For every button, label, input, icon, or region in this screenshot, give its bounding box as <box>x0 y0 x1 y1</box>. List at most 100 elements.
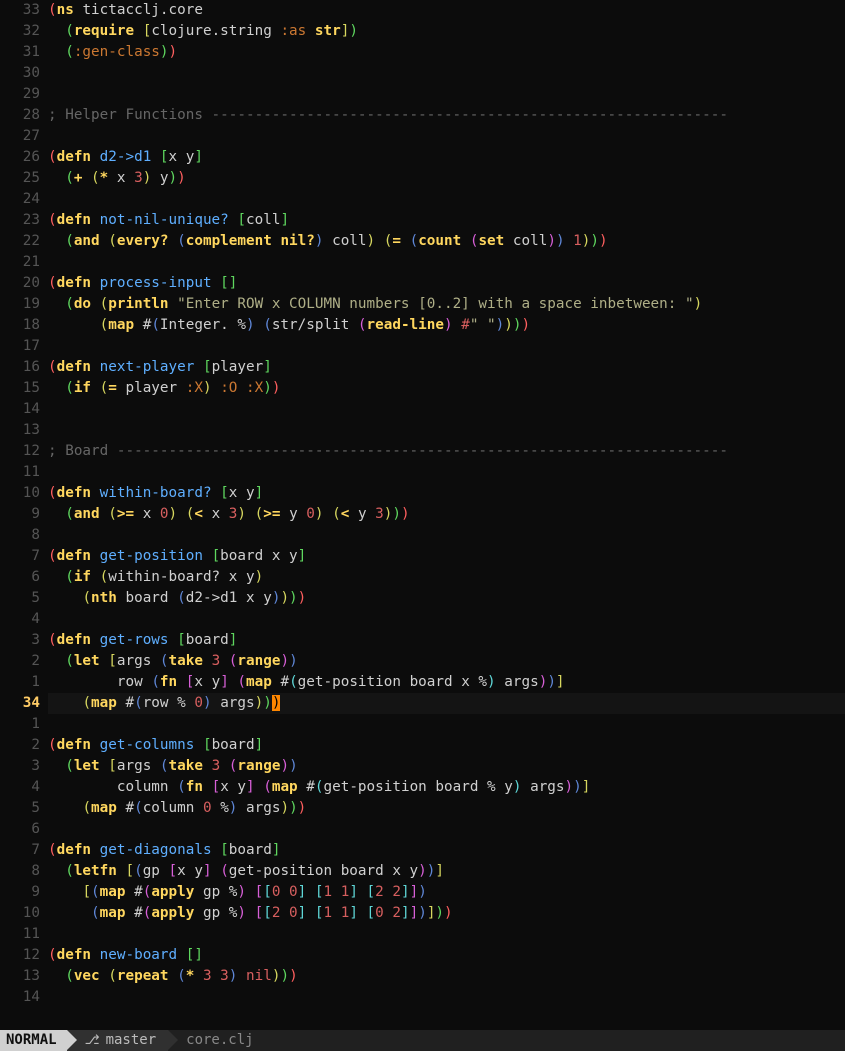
code-area[interactable]: (ns tictacclj.core (require [clojure.str… <box>48 0 845 1030</box>
code-line[interactable]: (defn d2->d1 [x y] <box>48 147 845 168</box>
line-number: 15 <box>0 378 40 399</box>
line-number: 27 <box>0 126 40 147</box>
code-line[interactable] <box>48 525 845 546</box>
code-line[interactable]: (defn within-board? [x y] <box>48 483 845 504</box>
line-number: 10 <box>0 903 40 924</box>
line-number: 23 <box>0 210 40 231</box>
code-line[interactable]: (do (println "Enter ROW x COLUMN numbers… <box>48 294 845 315</box>
line-number: 30 <box>0 63 40 84</box>
code-line[interactable]: (defn get-rows [board] <box>48 630 845 651</box>
line-number: 7 <box>0 840 40 861</box>
code-line[interactable]: (map #(column 0 %) args))) <box>48 798 845 819</box>
line-number: 12 <box>0 441 40 462</box>
line-number: 10 <box>0 483 40 504</box>
line-number: 11 <box>0 462 40 483</box>
code-line[interactable]: (defn next-player [player] <box>48 357 845 378</box>
line-number: 13 <box>0 966 40 987</box>
code-line[interactable] <box>48 714 845 735</box>
line-number: 8 <box>0 525 40 546</box>
code-line[interactable] <box>48 609 845 630</box>
code-line[interactable] <box>48 252 845 273</box>
line-number: 34 <box>0 693 40 714</box>
code-line[interactable] <box>48 462 845 483</box>
code-line[interactable]: (defn not-nil-unique? [coll] <box>48 210 845 231</box>
line-number: 13 <box>0 420 40 441</box>
editor-pane[interactable]: 3332313029282726252423222120191817161514… <box>0 0 845 1030</box>
line-number: 22 <box>0 231 40 252</box>
code-line[interactable]: (map #(apply gp %) [[2 0] [1 1] [0 2]])]… <box>48 903 845 924</box>
code-line[interactable]: (nth board (d2->d1 x y)))) <box>48 588 845 609</box>
code-line[interactable] <box>48 987 845 1008</box>
line-number: 9 <box>0 504 40 525</box>
code-line[interactable] <box>48 336 845 357</box>
line-number: 4 <box>0 609 40 630</box>
code-line[interactable]: row (fn [x y] (map #(get-position board … <box>48 672 845 693</box>
code-line[interactable]: (+ (* x 3) y)) <box>48 168 845 189</box>
line-number: 26 <box>0 147 40 168</box>
line-number: 14 <box>0 399 40 420</box>
line-number: 8 <box>0 861 40 882</box>
line-number: 9 <box>0 882 40 903</box>
code-line[interactable] <box>48 63 845 84</box>
line-number: 18 <box>0 315 40 336</box>
code-line[interactable]: column (fn [x y] (map #(get-position boa… <box>48 777 845 798</box>
code-line[interactable]: (:gen-class)) <box>48 42 845 63</box>
code-line[interactable] <box>48 819 845 840</box>
line-number: 3 <box>0 756 40 777</box>
code-line[interactable]: (require [clojure.string :as str]) <box>48 21 845 42</box>
line-number: 20 <box>0 273 40 294</box>
code-line[interactable]: (map #(Integer. %) (str/split (read-line… <box>48 315 845 336</box>
line-number: 17 <box>0 336 40 357</box>
code-line[interactable]: (defn get-columns [board] <box>48 735 845 756</box>
git-branch-segment: ⎇ master <box>67 1030 169 1051</box>
line-number: 5 <box>0 588 40 609</box>
line-number: 7 <box>0 546 40 567</box>
line-number: 4 <box>0 777 40 798</box>
code-line[interactable]: (defn new-board [] <box>48 945 845 966</box>
code-line[interactable]: ; Helper Functions ---------------------… <box>48 105 845 126</box>
line-number: 6 <box>0 567 40 588</box>
code-line[interactable]: (if (within-board? x y) <box>48 567 845 588</box>
code-line[interactable] <box>48 84 845 105</box>
code-line[interactable]: (letfn [(gp [x y] (get-position board x … <box>48 861 845 882</box>
line-number: 5 <box>0 798 40 819</box>
code-line[interactable]: (let [args (take 3 (range)) <box>48 756 845 777</box>
line-number: 14 <box>0 987 40 1008</box>
line-number: 11 <box>0 924 40 945</box>
branch-name: master <box>106 1030 157 1051</box>
filename-label: core.clj <box>186 1032 253 1048</box>
line-number: 28 <box>0 105 40 126</box>
code-line[interactable]: (map #(row % 0) args))) <box>48 693 845 714</box>
filename-segment: core.clj <box>168 1030 253 1051</box>
code-line[interactable] <box>48 126 845 147</box>
code-line[interactable]: [(map #(apply gp %) [[0 0] [1 1] [2 2]]) <box>48 882 845 903</box>
code-line[interactable]: (let [args (take 3 (range)) <box>48 651 845 672</box>
line-number: 25 <box>0 168 40 189</box>
line-number-gutter: 3332313029282726252423222120191817161514… <box>0 0 48 1030</box>
line-number: 19 <box>0 294 40 315</box>
line-number: 1 <box>0 672 40 693</box>
code-line[interactable] <box>48 189 845 210</box>
code-line[interactable]: (ns tictacclj.core <box>48 0 845 21</box>
code-line[interactable] <box>48 924 845 945</box>
code-line[interactable]: (defn get-diagonals [board] <box>48 840 845 861</box>
code-line[interactable]: (and (every? (complement nil?) coll) (= … <box>48 231 845 252</box>
code-line[interactable]: (defn process-input [] <box>48 273 845 294</box>
status-bar: NORMAL ⎇ master core.clj <box>0 1030 845 1051</box>
line-number: 3 <box>0 630 40 651</box>
code-line[interactable]: ; Board --------------------------------… <box>48 441 845 462</box>
line-number: 12 <box>0 945 40 966</box>
vim-mode-indicator: NORMAL <box>0 1030 67 1051</box>
code-line[interactable]: (vec (repeat (* 3 3) nil))) <box>48 966 845 987</box>
code-line[interactable]: (and (>= x 0) (< x 3) (>= y 0) (< y 3))) <box>48 504 845 525</box>
line-number: 33 <box>0 0 40 21</box>
line-number: 32 <box>0 21 40 42</box>
code-line[interactable]: (if (= player :X) :O :X)) <box>48 378 845 399</box>
line-number: 24 <box>0 189 40 210</box>
code-line[interactable] <box>48 420 845 441</box>
line-number: 31 <box>0 42 40 63</box>
code-line[interactable] <box>48 399 845 420</box>
code-line[interactable]: (defn get-position [board x y] <box>48 546 845 567</box>
line-number: 21 <box>0 252 40 273</box>
mode-label: NORMAL <box>6 1030 57 1051</box>
